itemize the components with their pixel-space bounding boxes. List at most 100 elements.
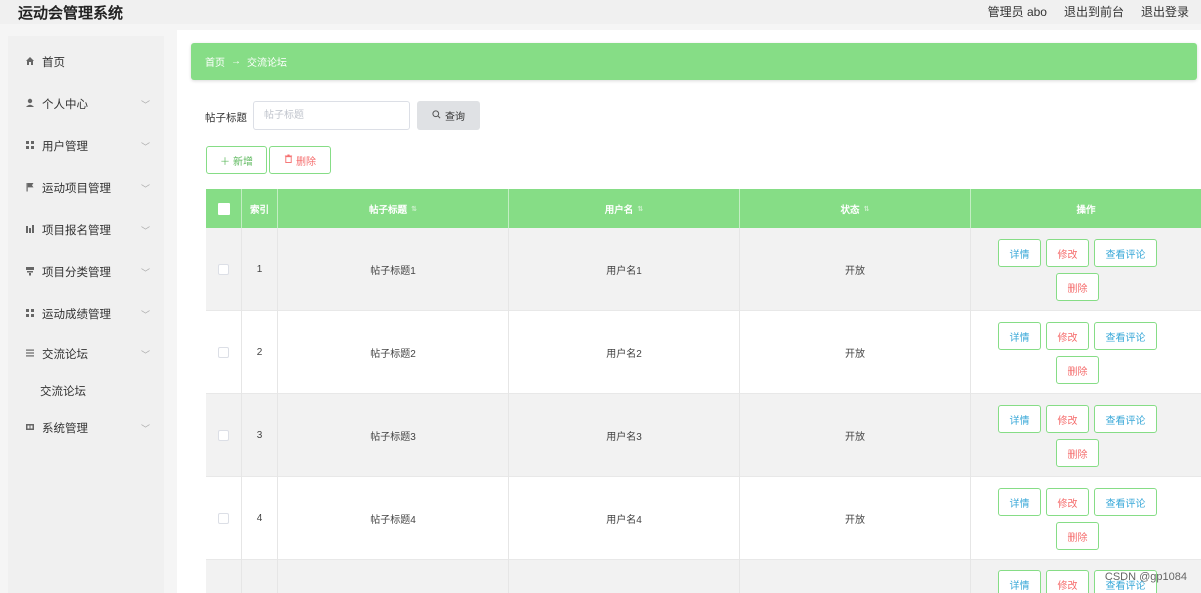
sidebar-item-registration[interactable]: 项目报名管理 ﹀	[8, 210, 164, 250]
row-checkbox[interactable]	[218, 347, 229, 358]
cell-username: 用户名4	[509, 477, 740, 560]
delete-button[interactable]: 删除	[1056, 439, 1099, 467]
chevron-down-icon: ﹀	[140, 99, 150, 110]
sidebar-item-categories[interactable]: 项目分类管理 ﹀	[8, 252, 164, 292]
search-label: 帖子标题	[205, 112, 247, 124]
cell-index: 2	[242, 311, 278, 394]
row-checkbox-cell[interactable]	[206, 560, 242, 593]
table-row: 4 帖子标题4 用户名4 开放 详情 修改 查看评论 删除	[206, 477, 1201, 560]
cell-title	[278, 560, 509, 593]
admin-label: 管理员 abo	[987, 5, 1047, 19]
edit-button[interactable]: 修改	[1046, 239, 1089, 267]
add-button-label: 新增	[233, 156, 253, 168]
sidebar-item-sports-projects[interactable]: 运动项目管理 ﹀	[8, 168, 164, 208]
sidebar-item-label: 用户管理	[42, 141, 88, 153]
row-checkbox-cell[interactable]	[206, 477, 242, 560]
grid-icon	[24, 308, 36, 320]
col-index: 索引	[242, 189, 278, 228]
sidebar-item-system[interactable]: 系统管理 ﹀	[8, 408, 164, 448]
cell-title: 帖子标题4	[278, 477, 509, 560]
sidebar-item-forum[interactable]: 交流论坛 ﹀	[8, 334, 164, 374]
delete-button[interactable]: 删除	[1056, 273, 1099, 301]
settings-icon	[24, 422, 36, 434]
sidebar-item-users[interactable]: 用户管理 ﹀	[8, 126, 164, 166]
cell-index: 1	[242, 228, 278, 311]
row-checkbox-cell[interactable]	[206, 394, 242, 477]
cell-status	[740, 560, 971, 593]
add-button[interactable]: ＋ 新增	[206, 146, 267, 174]
breadcrumb-arrow-icon: →	[231, 56, 241, 67]
sidebar-item-home[interactable]: 首页	[8, 42, 164, 82]
col-title[interactable]: 帖子标题 ⇅	[278, 189, 509, 228]
cell-title: 帖子标题1	[278, 228, 509, 311]
col-status[interactable]: 状态 ⇅	[740, 189, 971, 228]
cell-username	[509, 560, 740, 593]
row-actions: 详情 修改 查看评论 删除	[971, 228, 1201, 311]
sidebar-item-label: 交流论坛	[42, 349, 88, 361]
delete-button[interactable]: 删除	[1056, 356, 1099, 384]
main-content: 首页 → 交流论坛 帖子标题 查询 ＋ 新增 删除 索引 帖子标题⇅ 用户名⇅ …	[177, 30, 1201, 593]
sidebar-subitem-forum[interactable]: 交流论坛	[8, 371, 164, 411]
cell-status: 开放	[740, 477, 971, 560]
search-button[interactable]: 查询	[417, 101, 480, 130]
edit-button[interactable]: 修改	[1046, 322, 1089, 350]
row-checkbox[interactable]	[218, 264, 229, 275]
row-checkbox-cell[interactable]	[206, 228, 242, 311]
select-all-checkbox[interactable]	[217, 202, 230, 215]
table-row: 2 帖子标题2 用户名2 开放 详情 修改 查看评论 删除	[206, 311, 1201, 394]
search-button-label: 查询	[445, 112, 465, 123]
sidebar-item-personal[interactable]: 个人中心 ﹀	[8, 84, 164, 124]
batch-delete-button[interactable]: 删除	[269, 146, 331, 174]
sort-icon[interactable]: ⇅	[637, 205, 643, 213]
row-checkbox[interactable]	[218, 513, 229, 524]
batch-delete-button-label: 删除	[296, 156, 316, 168]
detail-button[interactable]: 详情	[998, 322, 1041, 350]
col-username[interactable]: 用户名 ⇅	[509, 189, 740, 228]
view-comments-button[interactable]: 查看评论	[1094, 322, 1157, 350]
sidebar-item-label: 首页	[42, 57, 65, 69]
cell-title: 帖子标题3	[278, 394, 509, 477]
edit-button[interactable]: 修改	[1046, 570, 1089, 593]
sidebar-item-label: 项目报名管理	[42, 225, 111, 237]
table-row: 1 帖子标题1 用户名1 开放 详情 修改 查看评论 删除	[206, 228, 1201, 311]
detail-button[interactable]: 详情	[998, 239, 1041, 267]
row-actions: 详情 修改 查看评论 删除	[971, 394, 1201, 477]
chevron-down-icon: ﹀	[140, 309, 150, 320]
chevron-down-icon: ﹀	[140, 267, 150, 278]
exit-front-link[interactable]: 退出到前台	[1064, 3, 1124, 20]
row-checkbox[interactable]	[218, 430, 229, 441]
category-icon	[24, 266, 36, 278]
grid-icon	[24, 140, 36, 152]
sidebar-item-scores[interactable]: 运动成绩管理 ﹀	[8, 294, 164, 334]
view-comments-button[interactable]: 查看评论	[1094, 488, 1157, 516]
plus-icon: ＋	[220, 156, 230, 168]
search-input[interactable]	[253, 101, 410, 130]
delete-button[interactable]: 删除	[1056, 522, 1099, 550]
breadcrumb-current: 交流论坛	[247, 58, 287, 69]
cell-username: 用户名3	[509, 394, 740, 477]
detail-button[interactable]: 详情	[998, 570, 1041, 593]
table-row: 3 帖子标题3 用户名3 开放 详情 修改 查看评论 删除	[206, 394, 1201, 477]
sidebar-subitem-label: 交流论坛	[40, 386, 86, 398]
view-comments-button[interactable]: 查看评论	[1094, 239, 1157, 267]
breadcrumb-home[interactable]: 首页	[205, 54, 225, 69]
cell-status: 开放	[740, 228, 971, 311]
detail-button[interactable]: 详情	[998, 405, 1041, 433]
logout-link[interactable]: 退出登录	[1141, 3, 1189, 20]
edit-button[interactable]: 修改	[1046, 488, 1089, 516]
breadcrumb: 首页 → 交流论坛	[191, 43, 1197, 80]
sort-icon[interactable]: ⇅	[411, 205, 417, 213]
edit-button[interactable]: 修改	[1046, 405, 1089, 433]
select-all-checkbox-cell[interactable]	[206, 189, 242, 228]
row-checkbox-cell[interactable]	[206, 311, 242, 394]
sort-icon[interactable]: ⇅	[864, 205, 870, 213]
chevron-down-icon: ﹀	[140, 423, 150, 434]
sidebar-item-label: 个人中心	[42, 99, 88, 111]
top-links: 管理员 abo 退出到前台 退出登录	[988, 3, 1189, 20]
table-row: 详情 修改 查看评论	[206, 560, 1201, 593]
detail-button[interactable]: 详情	[998, 488, 1041, 516]
cell-username: 用户名1	[509, 228, 740, 311]
view-comments-button[interactable]: 查看评论	[1094, 405, 1157, 433]
menu-icon	[24, 348, 36, 360]
cell-title: 帖子标题2	[278, 311, 509, 394]
